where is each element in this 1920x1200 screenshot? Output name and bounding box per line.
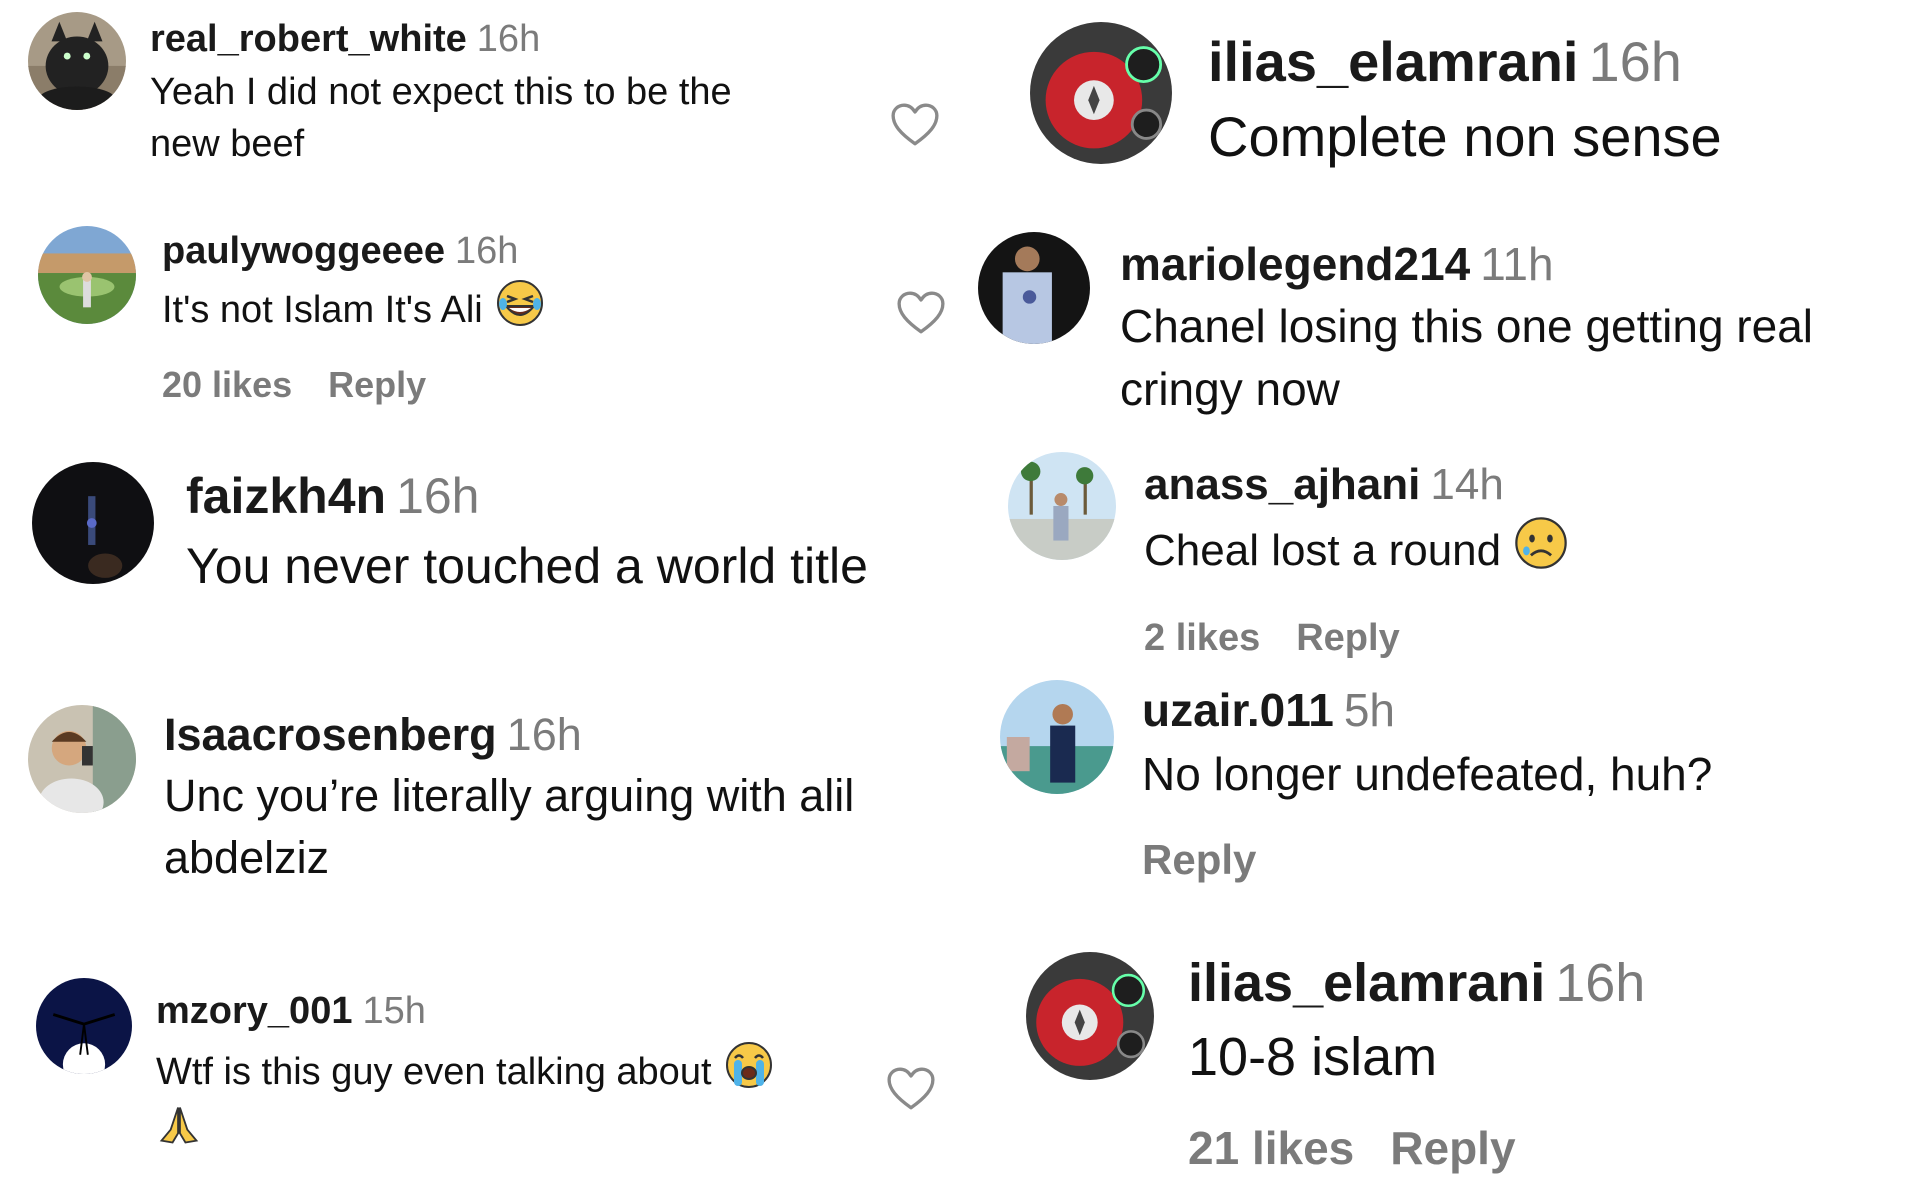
timestamp: 16h <box>396 468 480 524</box>
comment-item: faizkh4n 16h You never touched a world ti… <box>32 462 952 602</box>
reply-button[interactable]: Reply <box>1296 617 1399 660</box>
username[interactable]: faizkh4n <box>186 468 386 524</box>
comment-text: Chanel losing this one getting real crin… <box>1120 299 1814 416</box>
like-button[interactable] <box>890 102 940 148</box>
comment-item: uzair.011 5h No longer undefeated, huh? R… <box>1000 680 1910 910</box>
avatar[interactable] <box>1026 952 1154 1080</box>
heart-outline-icon <box>891 103 939 146</box>
comment-header: ilias_elamrani 16h <box>1188 952 1888 1014</box>
like-button[interactable] <box>896 290 946 336</box>
username[interactable]: Isaacrosenberg <box>164 709 497 760</box>
sad-face-icon <box>1513 515 1569 571</box>
comment-item: ilias_elamrani 16h Complete non sense <box>1030 22 1910 192</box>
comment-item: mariolegend214 11h Chanel losing this one… <box>978 232 1918 432</box>
timestamp: 14h <box>1430 460 1504 509</box>
heart-outline-icon <box>887 1067 935 1110</box>
comment-text-content: Cheal lost a round <box>1144 525 1502 575</box>
comment-text: 10-8 islam <box>1188 1027 1438 1088</box>
timestamp: 16h <box>454 230 519 272</box>
likes-count[interactable]: 21 likes <box>1188 1121 1354 1175</box>
username[interactable]: real_robert_white <box>150 18 467 60</box>
loudly-crying-face-icon <box>724 1040 774 1090</box>
avatar[interactable] <box>1030 22 1172 164</box>
comment-actions: 21 likes Reply <box>1188 1121 1888 1175</box>
username[interactable]: mariolegend214 <box>1120 238 1470 290</box>
timestamp: 16h <box>476 18 541 60</box>
comment-header: mzory_001 15h <box>156 990 876 1034</box>
comment-actions: Reply <box>1142 836 1882 884</box>
comment-text: Unc you’re literally arguing with alil a… <box>164 769 855 883</box>
timestamp: 15h <box>362 990 426 1032</box>
comment-text: You never touched a world title <box>186 537 868 594</box>
username[interactable]: anass_ajhani <box>1144 460 1420 509</box>
comment-text: Complete non sense <box>1208 105 1722 169</box>
comment-item: ilias_elamrani 16h 10-8 islam 21 likes Rep… <box>1026 952 1906 1192</box>
comment-header: faizkh4n 16h <box>186 468 946 526</box>
comment-header: Isaacrosenberg 16h <box>164 709 944 761</box>
avatar[interactable] <box>36 978 132 1074</box>
comment-actions: 2 likes Reply <box>1144 617 1884 660</box>
avatar[interactable] <box>1008 452 1116 560</box>
username[interactable]: uzair.011 <box>1142 684 1334 736</box>
timestamp: 16h <box>1588 30 1682 93</box>
username[interactable]: mzory_001 <box>156 990 352 1032</box>
reply-button[interactable]: Reply <box>328 364 426 406</box>
comment-header: real_robert_white 16h <box>150 18 800 62</box>
avatar[interactable] <box>28 705 136 813</box>
comment-text: Cheal lost a round <box>1144 515 1884 582</box>
avatar[interactable] <box>28 12 126 110</box>
comment-header: paulywoggeeee 16h <box>162 230 922 274</box>
comment-text-content: Wtf is this guy even talking about <box>156 1050 712 1093</box>
comment-header: anass_ajhani 14h <box>1144 460 1884 511</box>
comment-header: ilias_elamrani 16h <box>1208 30 1898 94</box>
reply-button[interactable]: Reply <box>1390 1121 1515 1175</box>
avatar[interactable] <box>32 462 154 584</box>
comment-item: anass_ajhani 14h Cheal lost a round 2 lik… <box>1008 452 1908 662</box>
comment-header: uzair.011 5h <box>1142 684 1882 737</box>
laughing-face-icon <box>495 278 545 328</box>
comment-text: No longer undefeated, huh? <box>1142 747 1713 800</box>
avatar[interactable] <box>978 232 1090 344</box>
comment-text: It's not Islam It's Ali <box>162 278 922 336</box>
like-button[interactable] <box>886 1066 936 1112</box>
comment-actions: 20 likes Reply <box>162 364 922 406</box>
reply-button[interactable]: Reply <box>1142 836 1256 884</box>
username[interactable]: paulywoggeeee <box>162 230 445 272</box>
comment-item: real_robert_white 16h Yeah I did not expe… <box>28 10 948 190</box>
username[interactable]: ilias_elamrani <box>1188 953 1545 1013</box>
timestamp: 16h <box>506 709 582 760</box>
comment-header: mariolegend214 11h <box>1120 238 1910 291</box>
avatar[interactable] <box>38 226 136 324</box>
likes-count[interactable]: 20 likes <box>162 364 292 406</box>
comment-text-content: It's not Islam It's Ali <box>162 288 483 331</box>
folded-hands-icon <box>156 1102 876 1153</box>
comment-item: Isaacrosenberg 16h Unc you’re literally a… <box>28 705 948 895</box>
comment-text: Yeah I did not expect this to be the new… <box>150 70 732 166</box>
comment-text: Wtf is this guy even talking about <box>156 1040 876 1098</box>
timestamp: 16h <box>1555 953 1646 1013</box>
timestamp: 11h <box>1480 238 1554 290</box>
comment-item: paulywoggeeee 16h It's not Islam It's Ali… <box>38 222 958 432</box>
comment-item: mzory_001 15h Wtf is this guy even talkin… <box>36 978 956 1158</box>
avatar[interactable] <box>1000 680 1114 794</box>
heart-outline-icon <box>897 291 945 334</box>
timestamp: 5h <box>1343 684 1395 736</box>
likes-count[interactable]: 2 likes <box>1144 617 1260 660</box>
username[interactable]: ilias_elamrani <box>1208 30 1578 93</box>
